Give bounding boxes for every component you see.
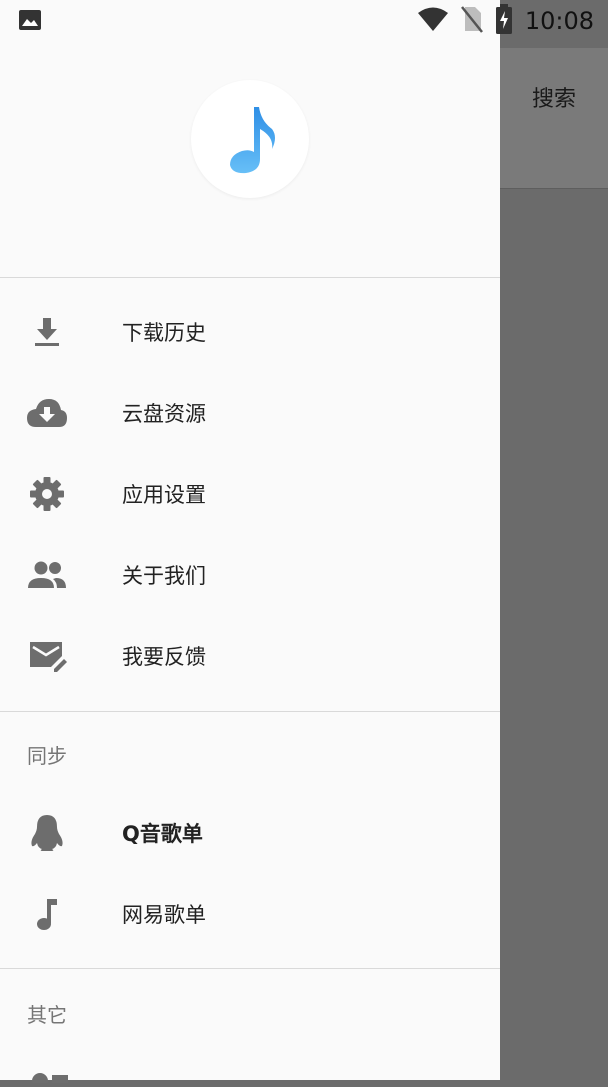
gear-icon bbox=[24, 471, 70, 517]
status-time: 10:08 bbox=[524, 7, 594, 35]
menu-item-app-settings[interactable]: 应用设置 bbox=[0, 454, 500, 534]
navigation-drawer: 下载历史 云盘资源 应用设置 关于我们 我要反馈 同步 Q音歌单 网易歌单 其它 bbox=[0, 0, 500, 1087]
section-title-other: 其它 bbox=[27, 1003, 67, 1027]
app-logo bbox=[191, 80, 309, 198]
search-button[interactable]: 搜索 bbox=[532, 81, 576, 113]
cloud-download-icon bbox=[24, 390, 70, 436]
menu-item-cloud-resources[interactable]: 云盘资源 bbox=[0, 373, 500, 453]
menu-item-label: 云盘资源 bbox=[122, 402, 206, 426]
menu-item-about-us[interactable]: 关于我们 bbox=[0, 535, 500, 615]
status-bar: 10:08 bbox=[0, 0, 608, 40]
wifi-icon bbox=[417, 6, 449, 36]
menu-item-netease-playlist[interactable]: 网易歌单 bbox=[0, 874, 500, 954]
download-icon bbox=[24, 309, 70, 355]
music-note-logo-icon bbox=[230, 107, 275, 174]
menu-item-label: 关于我们 bbox=[122, 564, 206, 588]
battery-charging-icon bbox=[495, 4, 513, 38]
menu-item-label: 下载历史 bbox=[122, 321, 206, 345]
music-note-icon bbox=[24, 891, 70, 937]
divider bbox=[0, 277, 500, 278]
people-icon bbox=[24, 552, 70, 598]
divider bbox=[0, 711, 500, 712]
partial-menu-icon bbox=[30, 1068, 70, 1087]
menu-item-label: 应用设置 bbox=[122, 483, 206, 507]
qq-penguin-icon bbox=[24, 810, 70, 856]
divider bbox=[0, 968, 500, 969]
menu-item-label: 我要反馈 bbox=[122, 645, 206, 669]
menu-item-download-history[interactable]: 下载历史 bbox=[0, 292, 500, 372]
mail-edit-icon bbox=[24, 633, 70, 679]
section-title-sync: 同步 bbox=[27, 744, 67, 768]
menu-item-label: Q音歌单 bbox=[122, 822, 203, 846]
no-sim-icon bbox=[460, 5, 483, 37]
drawer-header bbox=[0, 0, 500, 277]
menu-item-qq-playlist[interactable]: Q音歌单 bbox=[0, 793, 500, 873]
menu-item-label: 网易歌单 bbox=[122, 903, 206, 927]
gallery-notification-icon bbox=[18, 8, 42, 36]
menu-item-feedback[interactable]: 我要反馈 bbox=[0, 616, 500, 696]
